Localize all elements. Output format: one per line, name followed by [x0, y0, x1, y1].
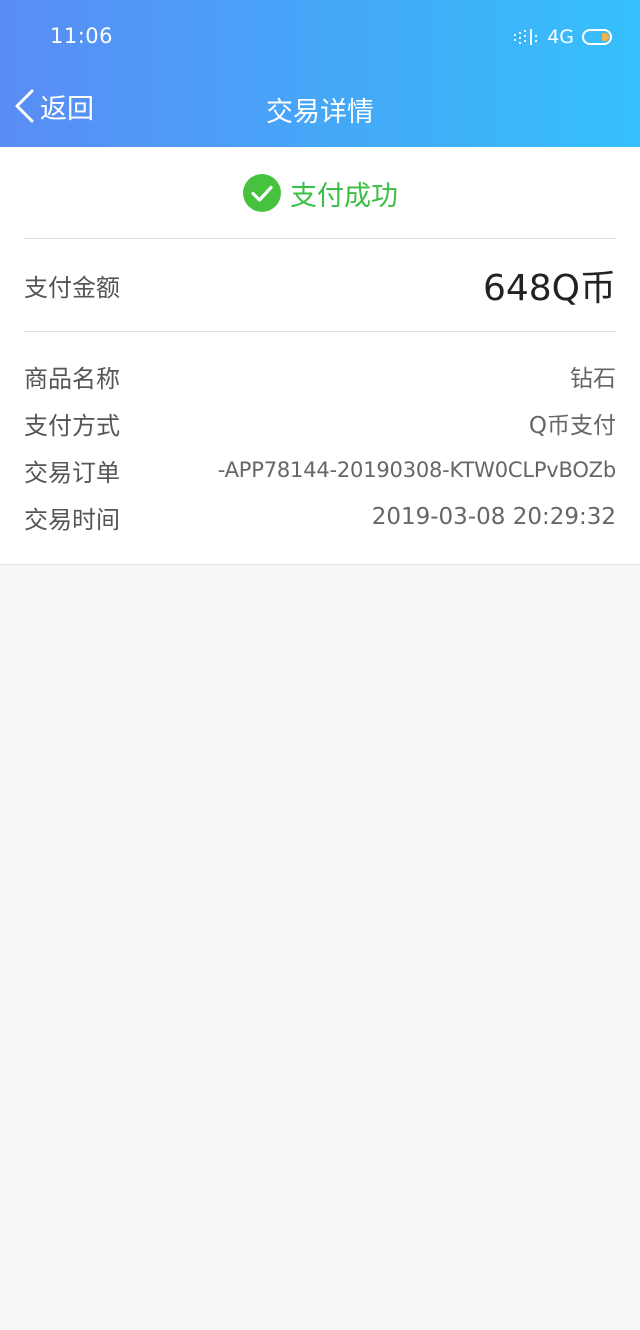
battery-icon — [582, 29, 612, 45]
detail-value: 钻石 — [570, 366, 616, 392]
nav-bar: 返回 交易详情 — [0, 70, 640, 147]
detail-label: 支付方式 — [24, 411, 120, 440]
transaction-card: 支付成功 支付金额 648Q币 商品名称 钻石 支付方式 Q币支付 交易订单 -… — [0, 147, 640, 565]
amount-row: 支付金额 648Q币 — [24, 239, 616, 331]
header: 11:06 4G 返回 交易详情 — [0, 0, 640, 147]
detail-label: 交易订单 — [24, 458, 120, 487]
divider — [24, 331, 616, 332]
detail-row-payment-method: 支付方式 Q币支付 — [24, 403, 616, 443]
status-time: 11:06 — [50, 24, 114, 48]
detail-value: Q币支付 — [528, 413, 616, 439]
amount-value: 648Q币 — [482, 268, 616, 309]
amount-label: 支付金额 — [24, 273, 120, 302]
status-bar: 11:06 4G — [0, 0, 640, 70]
detail-row-product: 商品名称 钻石 — [24, 356, 616, 396]
check-circle-icon — [243, 174, 281, 212]
detail-value: 2019-03-08 20:29:32 — [371, 504, 616, 530]
detail-label: 商品名称 — [24, 364, 120, 393]
order-number[interactable]: -APP78144-20190308-KTW0CLPvBOZb — [218, 458, 616, 482]
detail-row-order: 交易订单 -APP78144-20190308-KTW0CLPvBOZb — [24, 450, 616, 490]
status-text: 支付成功 — [290, 180, 398, 212]
detail-row-time: 交易时间 2019-03-08 20:29:32 — [24, 497, 616, 537]
payment-status: 支付成功 — [0, 167, 640, 219]
signal-icon — [514, 29, 538, 45]
network-label: 4G — [547, 26, 574, 48]
app-root: 11:06 4G 返回 交易详情 支付成功 支付金额 648Q币 商品名称 钻石… — [0, 0, 640, 1330]
status-icons: 4G — [513, 25, 614, 49]
page-title: 交易详情 — [266, 97, 374, 128]
detail-label: 交易时间 — [24, 505, 120, 534]
